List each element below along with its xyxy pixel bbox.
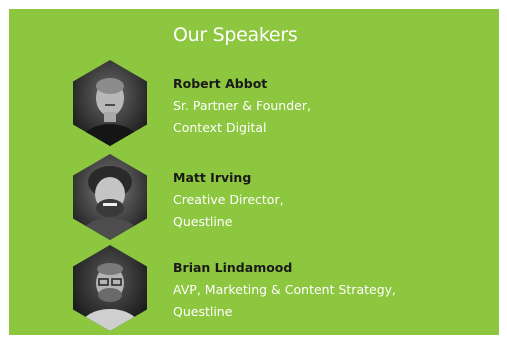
speaker-photo-brian-lindamood xyxy=(73,245,147,331)
speaker-name: Matt Irving xyxy=(173,170,252,185)
speaker-role: Creative Director, xyxy=(173,192,284,207)
speaker-info: Matt Irving Creative Director, Questline xyxy=(173,167,284,233)
speaker-name: Robert Abbot xyxy=(173,76,268,91)
speaker-name: Brian Lindamood xyxy=(173,260,293,275)
speaker-company: Questline xyxy=(173,214,233,229)
speaker-company: Context Digital xyxy=(173,120,267,135)
speaker-company: Questline xyxy=(173,304,233,319)
speakers-panel: Our Speakers Robert Abbot Sr. Partner & … xyxy=(9,9,499,335)
speaker-photo-matt-irving xyxy=(73,154,147,240)
speaker-role: AVP, Marketing & Content Strategy, xyxy=(173,282,396,297)
section-title: Our Speakers xyxy=(173,24,298,46)
speaker-photo-robert-abbot xyxy=(73,60,147,146)
speaker-info: Robert Abbot Sr. Partner & Founder, Cont… xyxy=(173,73,311,139)
speaker-role: Sr. Partner & Founder, xyxy=(173,98,311,113)
speaker-info: Brian Lindamood AVP, Marketing & Content… xyxy=(173,257,396,323)
